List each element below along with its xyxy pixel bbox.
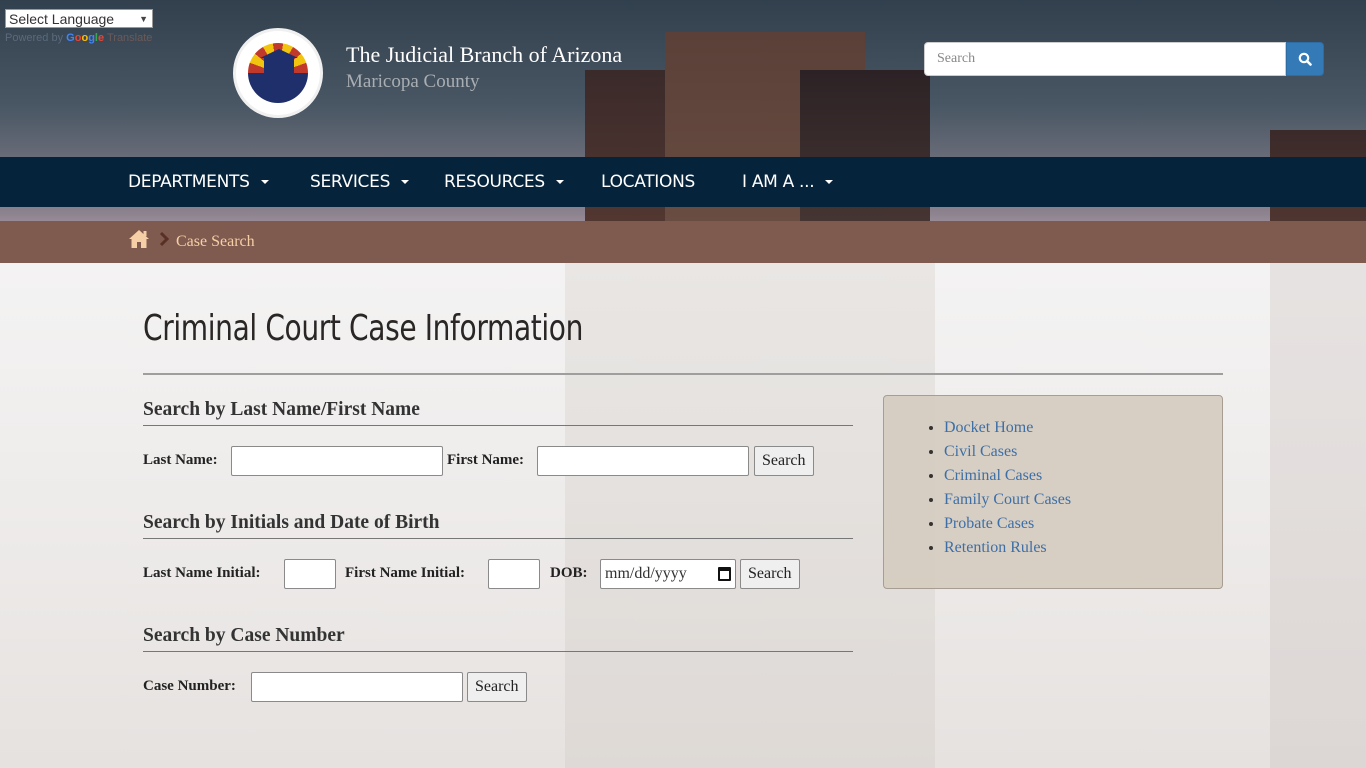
courthouse-icon bbox=[260, 49, 298, 85]
court-seal-logo[interactable] bbox=[233, 28, 323, 118]
list-item: Docket Home bbox=[944, 416, 1071, 440]
breadcrumb-current: Case Search bbox=[176, 233, 255, 250]
google-letter: g bbox=[88, 32, 95, 44]
calendar-icon[interactable] bbox=[718, 567, 731, 581]
chevron-right-icon bbox=[159, 231, 170, 252]
list-item: Family Court Cases bbox=[944, 488, 1071, 512]
nav-services[interactable]: SERVICES bbox=[310, 157, 410, 207]
retention-rules-link[interactable]: Retention Rules bbox=[944, 539, 1047, 556]
first-name-input[interactable] bbox=[537, 446, 749, 476]
case-number-label: Case Number: bbox=[143, 678, 236, 694]
divider bbox=[143, 651, 853, 652]
translate-link[interactable]: Translate bbox=[107, 32, 152, 44]
list-item: Criminal Cases bbox=[944, 464, 1071, 488]
nav-label: DEPARTMENTS bbox=[128, 172, 250, 192]
google-letter: G bbox=[66, 32, 75, 44]
first-initial-input[interactable] bbox=[488, 559, 540, 589]
page-title: Criminal Court Case Information bbox=[143, 308, 584, 349]
section-heading-initials-dob: Search by Initials and Date of Birth bbox=[143, 512, 440, 533]
site-title[interactable]: The Judicial Branch of Arizona bbox=[346, 42, 622, 68]
probate-cases-link[interactable]: Probate Cases bbox=[944, 515, 1034, 532]
list-item: Probate Cases bbox=[944, 512, 1071, 536]
list-item: Retention Rules bbox=[944, 536, 1071, 560]
divider bbox=[143, 538, 853, 539]
search-icon bbox=[1298, 52, 1312, 66]
language-select[interactable]: Select Language ▼ bbox=[5, 9, 153, 28]
nav-departments[interactable]: DEPARTMENTS bbox=[128, 157, 269, 207]
dob-placeholder: mm/dd/yyyy bbox=[605, 565, 687, 582]
last-name-label: Last Name: bbox=[143, 452, 218, 468]
last-name-input[interactable] bbox=[231, 446, 443, 476]
site-subtitle: Maricopa County bbox=[346, 71, 480, 92]
caret-down-icon bbox=[401, 180, 410, 184]
breadcrumb: Case Search bbox=[0, 221, 1366, 263]
main-nav: DEPARTMENTS SERVICES RESOURCES LOCATIONS… bbox=[0, 157, 1366, 207]
nav-label: RESOURCES bbox=[444, 172, 545, 192]
google-logo: Google bbox=[66, 32, 104, 44]
docket-home-link[interactable]: Docket Home bbox=[944, 419, 1033, 436]
case-number-search-button[interactable]: Search bbox=[467, 672, 527, 702]
divider bbox=[143, 373, 1223, 375]
language-select-label: Select Language bbox=[9, 10, 115, 27]
google-translate-widget: Select Language ▼ Powered by Google Tran… bbox=[5, 9, 153, 44]
civil-cases-link[interactable]: Civil Cases bbox=[944, 443, 1017, 460]
nav-label: I AM A ... bbox=[742, 172, 815, 192]
list-item: Civil Cases bbox=[944, 440, 1071, 464]
search-input[interactable] bbox=[924, 42, 1286, 76]
section-heading-case-number: Search by Case Number bbox=[143, 625, 345, 646]
divider bbox=[143, 425, 853, 426]
caret-down-icon bbox=[260, 180, 269, 184]
background-building-shade bbox=[1270, 263, 1366, 768]
nav-label: LOCATIONS bbox=[601, 172, 696, 192]
initials-search-button[interactable]: Search bbox=[740, 559, 800, 589]
last-initial-label: Last Name Initial: bbox=[143, 565, 261, 581]
powered-by-google: Powered by Google Translate bbox=[5, 32, 153, 44]
dob-label: DOB: bbox=[550, 565, 588, 581]
name-search-button[interactable]: Search bbox=[754, 446, 814, 476]
criminal-cases-link[interactable]: Criminal Cases bbox=[944, 467, 1042, 484]
family-court-cases-link[interactable]: Family Court Cases bbox=[944, 491, 1071, 508]
first-name-label: First Name: bbox=[447, 452, 525, 468]
google-letter: e bbox=[97, 32, 105, 44]
docket-links-list: Docket Home Civil Cases Criminal Cases F… bbox=[944, 416, 1071, 560]
caret-down-icon bbox=[555, 180, 564, 184]
docket-links-panel: Docket Home Civil Cases Criminal Cases F… bbox=[883, 395, 1223, 589]
site-search bbox=[924, 42, 1324, 76]
section-heading-name: Search by Last Name/First Name bbox=[143, 399, 420, 420]
nav-label: SERVICES bbox=[310, 172, 391, 192]
nav-i-am-a[interactable]: I AM A ... bbox=[742, 157, 834, 207]
caret-down-icon bbox=[825, 180, 834, 184]
home-icon[interactable] bbox=[128, 229, 150, 254]
first-initial-label: First Name Initial: bbox=[345, 565, 465, 581]
powered-by-text: Powered by bbox=[5, 32, 64, 44]
nav-resources[interactable]: RESOURCES bbox=[444, 157, 564, 207]
background-building-shade bbox=[565, 263, 935, 768]
search-button[interactable] bbox=[1286, 42, 1324, 76]
chevron-down-icon: ▼ bbox=[139, 13, 148, 24]
last-initial-input[interactable] bbox=[284, 559, 336, 589]
dob-input[interactable]: mm/dd/yyyy bbox=[600, 559, 736, 589]
nav-locations[interactable]: LOCATIONS bbox=[601, 157, 695, 207]
case-number-input[interactable] bbox=[251, 672, 463, 702]
